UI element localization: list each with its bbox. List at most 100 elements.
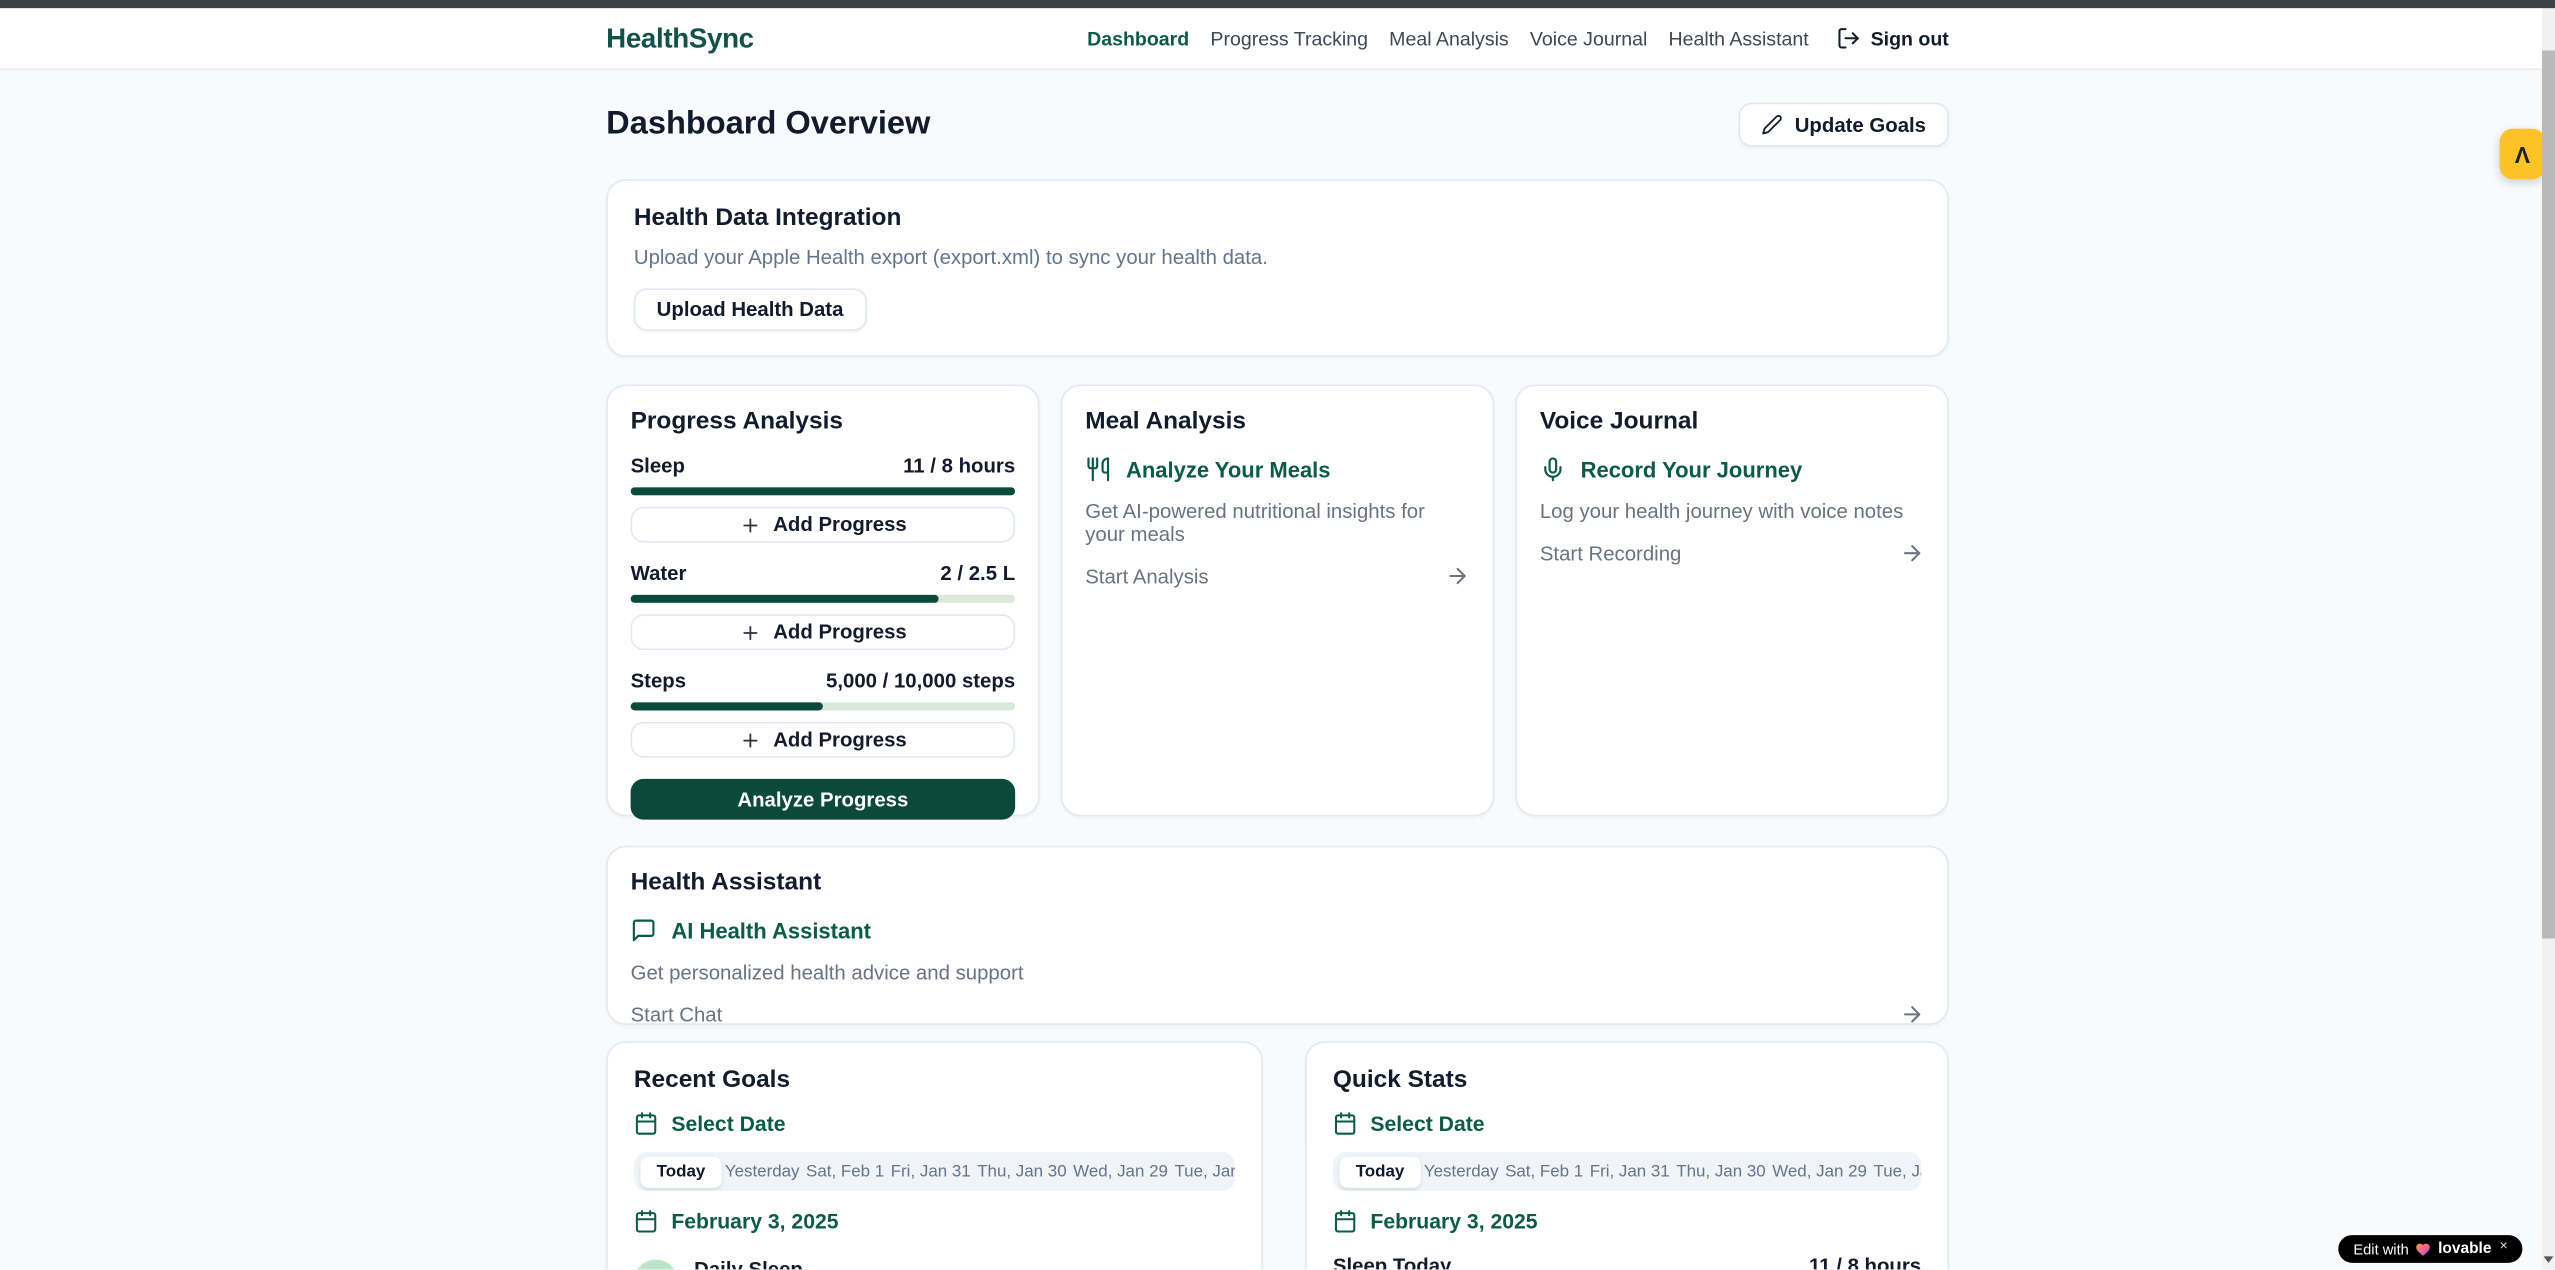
- date-tab-fri-jan-31[interactable]: Fri, Jan 31: [887, 1163, 974, 1181]
- start-analysis-row[interactable]: Start Analysis: [1085, 564, 1470, 588]
- close-icon[interactable]: ×: [2500, 1237, 2508, 1253]
- qs-date-tab-wed-jan-29[interactable]: Wed, Jan 29: [1769, 1163, 1870, 1181]
- analyze-your-meals-link[interactable]: Analyze Your Meals: [1085, 456, 1470, 482]
- plus-icon: [739, 729, 760, 750]
- goal-name: Daily Sleep: [694, 1258, 803, 1269]
- analyze-progress-button[interactable]: Analyze Progress: [631, 779, 1016, 820]
- current-date-label: February 3, 2025: [1370, 1209, 1537, 1233]
- date-tab-yesterday[interactable]: Yesterday: [722, 1163, 803, 1181]
- voice-journal-title: Voice Journal: [1540, 407, 1925, 435]
- check-circle-icon: [634, 1259, 678, 1270]
- nav-voice-journal[interactable]: Voice Journal: [1530, 27, 1647, 50]
- main-content: Dashboard Overview Update Goals Health D…: [0, 103, 2555, 1270]
- water-add-progress-button[interactable]: Add Progress: [631, 614, 1016, 650]
- utensils-icon: [1085, 456, 1111, 482]
- steps-progress-fill: [631, 702, 823, 710]
- start-chat-row[interactable]: Start Chat: [631, 1002, 1925, 1026]
- edit-with-label: Edit with: [2353, 1241, 2408, 1257]
- steps-label: Steps: [631, 670, 686, 693]
- start-recording-row[interactable]: Start Recording: [1540, 541, 1925, 565]
- chat-bubble-icon: [631, 917, 657, 943]
- nav-meal-analysis[interactable]: Meal Analysis: [1389, 27, 1509, 50]
- date-tab-today[interactable]: Today: [640, 1156, 721, 1187]
- ai-health-assistant-link[interactable]: AI Health Assistant: [631, 917, 1925, 943]
- water-progress-fill: [631, 595, 939, 603]
- qs-date-tab-fri-jan-31[interactable]: Fri, Jan 31: [1586, 1163, 1673, 1181]
- analyze-your-meals-label: Analyze Your Meals: [1126, 457, 1331, 481]
- edit-with-lovable-badge[interactable]: Edit with lovable ×: [2339, 1235, 2523, 1263]
- start-analysis-label: Start Analysis: [1085, 565, 1208, 588]
- meal-analysis-title: Meal Analysis: [1085, 407, 1470, 435]
- date-tab-sat-feb-1[interactable]: Sat, Feb 1: [803, 1163, 888, 1181]
- calendar-icon: [1333, 1209, 1357, 1233]
- quick-stats-date-tabs: Today Yesterday Sat, Feb 1 Fri, Jan 31 T…: [1333, 1152, 1921, 1191]
- qs-date-tab-today[interactable]: Today: [1339, 1156, 1420, 1187]
- sleep-progress-group: Sleep 11 / 8 hours Add Progress: [631, 455, 1016, 543]
- record-your-journey-label: Record Your Journey: [1581, 457, 1803, 481]
- recent-goals-current-date: February 3, 2025: [634, 1209, 1235, 1233]
- qs-date-tab-tue-jan-28[interactable]: Tue, Jan 28: [1870, 1163, 1921, 1181]
- sleep-value: 11 / 8 hours: [903, 455, 1015, 478]
- ai-health-assistant-label: AI Health Assistant: [671, 918, 871, 942]
- main-nav: Dashboard Progress Tracking Meal Analysi…: [1087, 26, 1949, 50]
- record-your-journey-link[interactable]: Record Your Journey: [1540, 456, 1925, 482]
- quick-stats-title: Quick Stats: [1333, 1066, 1921, 1094]
- window-top-strip: [0, 0, 2555, 8]
- arrow-right-icon: [1900, 541, 1924, 565]
- recent-goals-title: Recent Goals: [634, 1066, 1235, 1094]
- pencil-icon: [1762, 114, 1783, 135]
- water-value: 2 / 2.5 L: [940, 562, 1015, 585]
- integration-description: Upload your Apple Health export (export.…: [634, 246, 1921, 269]
- nav-health-assistant[interactable]: Health Assistant: [1668, 27, 1808, 50]
- assistant-floating-badge[interactable]: Λ: [2500, 129, 2546, 180]
- select-date-label: Select Date: [1370, 1111, 1484, 1135]
- date-tab-wed-jan-29[interactable]: Wed, Jan 29: [1070, 1163, 1171, 1181]
- steps-progress-bar: [631, 702, 1016, 710]
- log-out-icon: [1836, 26, 1860, 50]
- health-assistant-title: Health Assistant: [631, 869, 1925, 897]
- current-date-label: February 3, 2025: [671, 1209, 838, 1233]
- nav-dashboard[interactable]: Dashboard: [1087, 27, 1189, 50]
- scrollbar-thumb[interactable]: [2542, 51, 2555, 939]
- calendar-icon: [1333, 1111, 1357, 1135]
- sign-out-button[interactable]: Sign out: [1836, 26, 1948, 50]
- meal-analysis-card: Meal Analysis Analyze Your Meals Get AI-…: [1061, 385, 1494, 817]
- qs-date-tab-yesterday[interactable]: Yesterday: [1421, 1163, 1502, 1181]
- date-tab-tue-jan-28[interactable]: Tue, Jan 28: [1171, 1163, 1235, 1181]
- health-assistant-card: Health Assistant AI Health Assistant Get…: [606, 846, 1949, 1025]
- scrollbar-down-arrow-icon[interactable]: [2544, 1256, 2554, 1263]
- page-scrollbar[interactable]: [2542, 8, 2555, 1269]
- recent-goals-select-date[interactable]: Select Date: [634, 1111, 1235, 1135]
- voice-description: Log your health journey with voice notes: [1540, 500, 1925, 523]
- sleep-today-value: 11 / 8 hours: [1809, 1255, 1921, 1270]
- date-tab-thu-jan-30[interactable]: Thu, Jan 30: [974, 1163, 1070, 1181]
- integration-title: Health Data Integration: [634, 204, 1921, 232]
- brand-logo: HealthSync: [606, 22, 754, 55]
- sleep-add-progress-button[interactable]: Add Progress: [631, 507, 1016, 543]
- upload-health-data-button[interactable]: Upload Health Data: [634, 288, 866, 330]
- calendar-icon: [634, 1111, 658, 1135]
- sleep-progress-bar: [631, 487, 1016, 495]
- qs-date-tab-sat-feb-1[interactable]: Sat, Feb 1: [1502, 1163, 1587, 1181]
- progress-analysis-title: Progress Analysis: [631, 407, 1016, 435]
- nav-progress-tracking[interactable]: Progress Tracking: [1210, 27, 1368, 50]
- qs-date-tab-thu-jan-30[interactable]: Thu, Jan 30: [1673, 1163, 1769, 1181]
- steps-progress-group: Steps 5,000 / 10,000 steps Add Progress: [631, 670, 1016, 758]
- update-goals-label: Update Goals: [1795, 113, 1926, 136]
- add-progress-label: Add Progress: [773, 728, 907, 751]
- heart-icon: [2415, 1241, 2431, 1257]
- steps-value: 5,000 / 10,000 steps: [826, 670, 1015, 693]
- recent-goals-date-tabs: Today Yesterday Sat, Feb 1 Fri, Jan 31 T…: [634, 1152, 1235, 1191]
- water-label: Water: [631, 562, 687, 585]
- steps-add-progress-button[interactable]: Add Progress: [631, 722, 1016, 758]
- update-goals-button[interactable]: Update Goals: [1739, 103, 1949, 147]
- assistant-description: Get personalized health advice and suppo…: [631, 961, 1925, 984]
- sleep-label: Sleep: [631, 455, 685, 478]
- health-data-integration-card: Health Data Integration Upload your Appl…: [606, 179, 1949, 357]
- sleep-progress-fill: [631, 487, 1016, 495]
- app-root: HealthSync Dashboard Progress Tracking M…: [0, 0, 2555, 1269]
- calendar-icon: [634, 1209, 658, 1233]
- quick-stats-select-date[interactable]: Select Date: [1333, 1111, 1921, 1135]
- microphone-icon: [1540, 456, 1566, 482]
- quick-stats-current-date: February 3, 2025: [1333, 1209, 1921, 1233]
